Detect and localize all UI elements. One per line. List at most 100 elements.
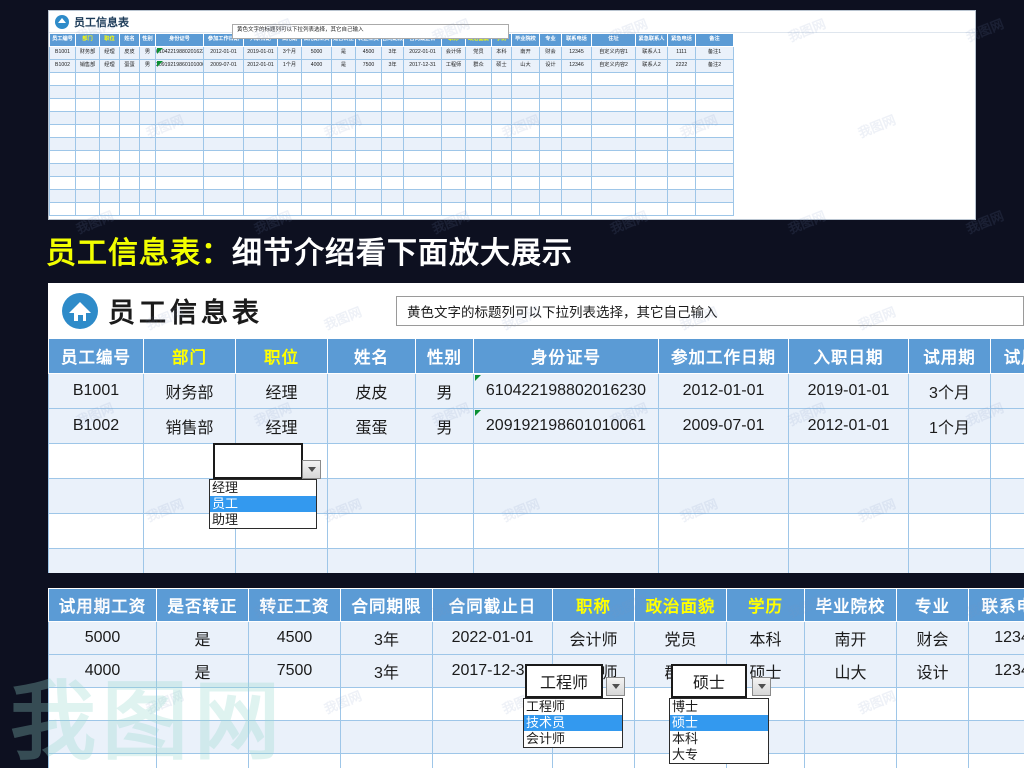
table-cell[interactable]: 男 bbox=[415, 408, 474, 444]
table-cell[interactable] bbox=[990, 548, 1024, 573]
table-cell[interactable] bbox=[561, 176, 592, 190]
table-cell[interactable] bbox=[432, 753, 553, 768]
table-row-empty[interactable] bbox=[49, 163, 734, 177]
table-cell[interactable]: 经理 bbox=[235, 408, 328, 444]
table-cell[interactable]: 男 bbox=[139, 59, 156, 73]
table-cell[interactable] bbox=[243, 124, 278, 138]
table-cell[interactable] bbox=[539, 202, 562, 216]
table-cell[interactable] bbox=[667, 163, 696, 177]
table-cell[interactable] bbox=[156, 753, 249, 768]
table-cell[interactable]: 2017-12-31 bbox=[403, 59, 442, 73]
table-cell[interactable] bbox=[511, 163, 540, 177]
table-cell[interactable] bbox=[355, 150, 382, 164]
table-row[interactable]: B1001 财务部 经理 皮皮男 610422198802016230 2012-01-0… bbox=[49, 46, 734, 60]
table-cell[interactable] bbox=[155, 98, 204, 112]
table-cell[interactable] bbox=[75, 163, 100, 177]
table-cell[interactable] bbox=[155, 85, 204, 99]
table-cell[interactable] bbox=[75, 189, 100, 203]
table-cell[interactable] bbox=[591, 202, 636, 216]
table-cell[interactable]: 蛋蛋 bbox=[327, 408, 416, 444]
table-cell[interactable] bbox=[203, 85, 244, 99]
table-cell[interactable] bbox=[48, 513, 144, 549]
chevron-down-icon[interactable] bbox=[302, 460, 321, 479]
table-cell[interactable] bbox=[591, 111, 636, 125]
table-cell[interactable] bbox=[635, 85, 668, 99]
table-cell[interactable] bbox=[539, 150, 562, 164]
chevron-down-icon[interactable] bbox=[606, 677, 625, 696]
table-cell[interactable] bbox=[539, 124, 562, 138]
table-cell[interactable] bbox=[635, 72, 668, 86]
table-cell[interactable]: 7500 bbox=[355, 59, 382, 73]
table-cell[interactable] bbox=[804, 687, 897, 721]
table-cell[interactable] bbox=[203, 98, 244, 112]
table-cell[interactable] bbox=[788, 443, 909, 479]
table-cell[interactable] bbox=[381, 202, 404, 216]
table-cell[interactable] bbox=[465, 111, 492, 125]
table-cell[interactable]: 610422198802016230 bbox=[473, 373, 659, 409]
dropdown-option[interactable]: 技术员 bbox=[524, 715, 622, 731]
table-cell[interactable] bbox=[658, 478, 789, 514]
table-cell[interactable] bbox=[473, 443, 659, 479]
table-cell[interactable] bbox=[155, 150, 204, 164]
table-row[interactable]: B1001 财务部 经理 皮皮男 610422198802016230 2012-01-0… bbox=[48, 373, 1024, 409]
table-cell[interactable] bbox=[415, 443, 474, 479]
table-cell[interactable] bbox=[277, 189, 302, 203]
table-cell[interactable] bbox=[491, 111, 512, 125]
table-cell[interactable] bbox=[381, 163, 404, 177]
table-cell[interactable]: 2012-01-01 bbox=[788, 408, 909, 444]
table-cell[interactable] bbox=[143, 548, 236, 573]
table-cell[interactable] bbox=[635, 98, 668, 112]
table-cell[interactable]: 3个月 bbox=[277, 46, 302, 60]
table-cell[interactable] bbox=[473, 513, 659, 549]
table-cell[interactable] bbox=[908, 478, 991, 514]
table-cell[interactable] bbox=[465, 189, 492, 203]
table-cell[interactable] bbox=[465, 72, 492, 86]
table-cell[interactable] bbox=[539, 85, 562, 99]
table-cell[interactable] bbox=[340, 753, 433, 768]
table-cell[interactable]: 南开 bbox=[804, 621, 897, 655]
table-cell[interactable] bbox=[75, 124, 100, 138]
table-row-empty[interactable] bbox=[49, 189, 734, 203]
table-cell[interactable] bbox=[561, 111, 592, 125]
table-cell[interactable] bbox=[403, 124, 442, 138]
table-cell[interactable] bbox=[75, 111, 100, 125]
table-cell[interactable] bbox=[695, 202, 734, 216]
table-cell[interactable] bbox=[403, 85, 442, 99]
table-cell[interactable] bbox=[203, 124, 244, 138]
table-cell[interactable] bbox=[49, 189, 76, 203]
table-cell[interactable] bbox=[561, 150, 592, 164]
table-cell[interactable] bbox=[139, 124, 156, 138]
table-cell[interactable] bbox=[119, 98, 140, 112]
table-cell[interactable] bbox=[99, 85, 120, 99]
table-cell[interactable] bbox=[301, 72, 332, 86]
table-cell[interactable] bbox=[301, 98, 332, 112]
table-row-empty[interactable] bbox=[48, 548, 1024, 573]
table-cell[interactable] bbox=[99, 137, 120, 151]
table-cell[interactable] bbox=[403, 189, 442, 203]
table-cell[interactable] bbox=[635, 176, 668, 190]
table-cell[interactable] bbox=[155, 72, 204, 86]
table-cell[interactable] bbox=[788, 548, 909, 573]
table-cell[interactable]: 610422198802016230 bbox=[155, 46, 204, 60]
table-cell[interactable] bbox=[301, 202, 332, 216]
table-cell[interactable]: 12345 bbox=[968, 621, 1024, 655]
dropdown-option[interactable]: 博士 bbox=[670, 699, 768, 715]
table-cell[interactable] bbox=[788, 513, 909, 549]
table-cell[interactable] bbox=[539, 176, 562, 190]
table-cell[interactable] bbox=[277, 124, 302, 138]
table-row[interactable]: B1002 销售部 经理 蛋蛋男 209192198601010061 2009-07-0… bbox=[49, 59, 734, 73]
table-cell[interactable] bbox=[48, 687, 157, 721]
table-cell[interactable]: 3个月 bbox=[908, 373, 991, 409]
table-cell[interactable] bbox=[491, 98, 512, 112]
table-cell[interactable] bbox=[331, 111, 356, 125]
table-cell[interactable] bbox=[99, 111, 120, 125]
table-cell[interactable] bbox=[48, 753, 157, 768]
table-cell[interactable] bbox=[591, 150, 636, 164]
table-cell[interactable] bbox=[235, 548, 328, 573]
table-cell[interactable] bbox=[511, 189, 540, 203]
table-cell[interactable] bbox=[243, 85, 278, 99]
dropdown-option[interactable]: 大专 bbox=[670, 747, 768, 763]
table-cell[interactable]: 12346 bbox=[968, 654, 1024, 688]
table-cell[interactable] bbox=[48, 720, 157, 754]
dropdown-position[interactable]: 经理 员工 助理 bbox=[209, 443, 321, 529]
